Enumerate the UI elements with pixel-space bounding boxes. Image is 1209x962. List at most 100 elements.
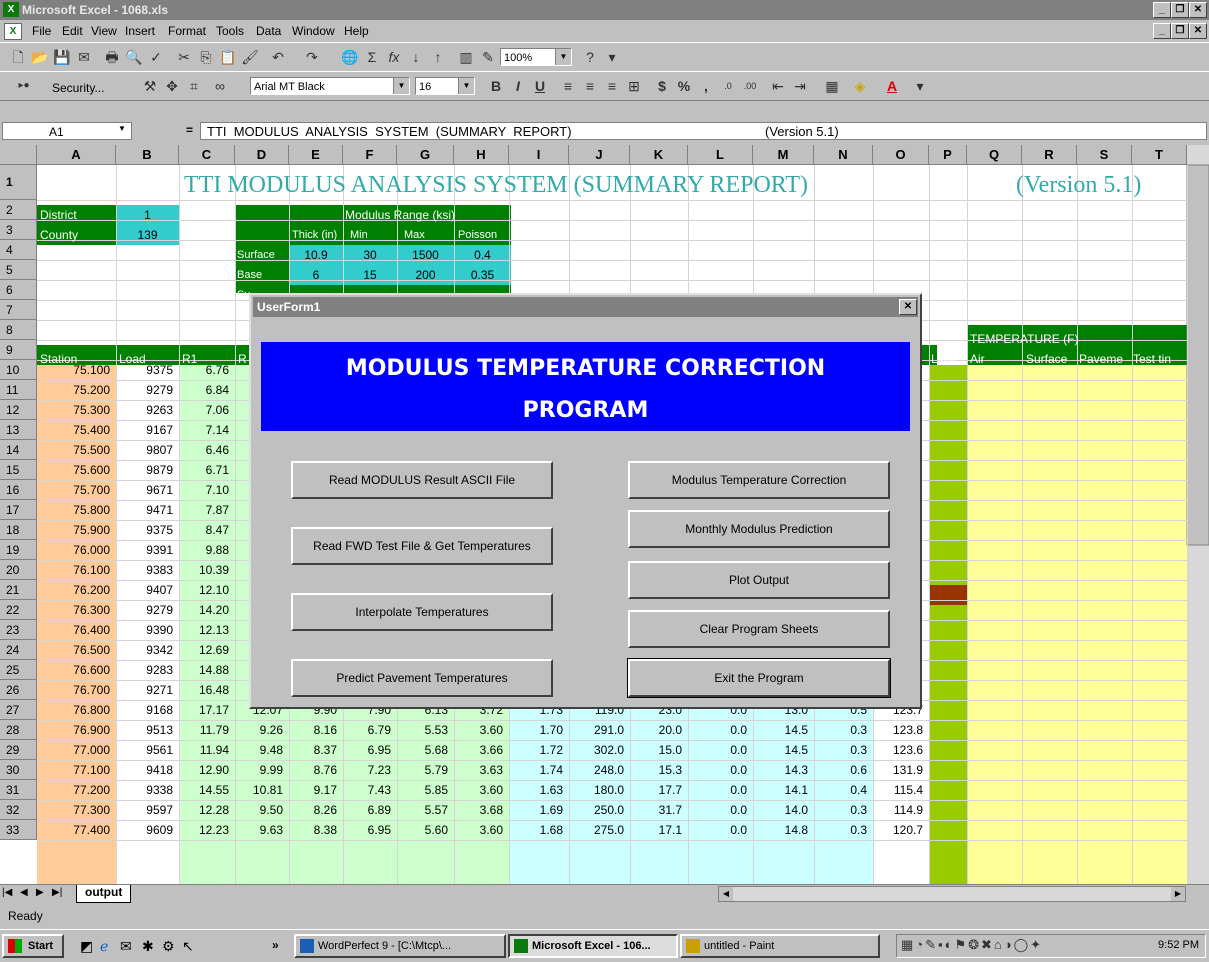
- exit-program-button[interactable]: Exit the Program: [627, 658, 891, 698]
- table-cell[interactable]: 76.400: [37, 620, 116, 640]
- column-header-l[interactable]: L: [688, 145, 753, 165]
- table-cell[interactable]: 9279: [116, 600, 179, 620]
- row-header-8[interactable]: 8: [0, 320, 37, 340]
- table-cell[interactable]: 9.50: [235, 800, 289, 820]
- base-poisson[interactable]: 0.35: [454, 265, 511, 285]
- column-header-j[interactable]: J: [569, 145, 630, 165]
- column-header-s[interactable]: S: [1077, 145, 1132, 165]
- temperature-header[interactable]: TEMPERATURE (F): [970, 329, 1078, 349]
- control-toolbox-icon[interactable]: ⚒: [140, 76, 160, 96]
- table-cell[interactable]: 12.69: [179, 640, 235, 660]
- table-cell[interactable]: 9.99: [235, 760, 289, 780]
- font-name-select[interactable]: Arial MT Black ▼: [250, 77, 410, 95]
- restore-icon[interactable]: ❐: [1171, 2, 1189, 18]
- menu-view[interactable]: View: [91, 24, 117, 38]
- table-cell[interactable]: 11.94: [179, 740, 235, 760]
- print-preview-icon[interactable]: 🔍: [124, 47, 144, 67]
- max-header[interactable]: Max: [404, 225, 425, 245]
- table-cell[interactable]: 131.9: [873, 760, 929, 780]
- first-sheet-icon[interactable]: |◀: [2, 887, 12, 898]
- interpolate-temperatures-button[interactable]: Interpolate Temperatures: [291, 593, 553, 631]
- limit-header[interactable]: Limit: [931, 349, 956, 369]
- italic-icon[interactable]: I: [508, 76, 528, 96]
- table-cell[interactable]: 9.26: [235, 720, 289, 740]
- table-cell[interactable]: 3.60: [454, 780, 509, 800]
- borders-icon[interactable]: ▦: [822, 76, 842, 96]
- doc-minimize-icon[interactable]: _: [1153, 23, 1171, 39]
- row-header-7[interactable]: 7: [0, 300, 37, 320]
- table-cell[interactable]: 77.300: [37, 800, 116, 820]
- surface-max[interactable]: 1500: [397, 245, 454, 265]
- predict-pavement-temperatures-button[interactable]: Predict Pavement Temperatures: [291, 659, 553, 697]
- table-cell[interactable]: 7.06: [179, 400, 235, 420]
- table-cell[interactable]: 3.63: [454, 760, 509, 780]
- minimize-icon[interactable]: _: [1153, 2, 1171, 18]
- menu-format[interactable]: Format: [168, 24, 206, 38]
- table-cell[interactable]: 14.88: [179, 660, 235, 680]
- row-header-27[interactable]: 27: [0, 700, 37, 720]
- table-cell[interactable]: 7.43: [343, 780, 397, 800]
- function-icon[interactable]: fx: [384, 47, 404, 67]
- spelling-icon[interactable]: ✓: [146, 47, 166, 67]
- sheet-tab-output[interactable]: output: [76, 885, 132, 903]
- table-cell[interactable]: 9.63: [235, 820, 289, 840]
- decrease-decimal-icon[interactable]: .00: [740, 76, 760, 96]
- table-cell[interactable]: 9513: [116, 720, 179, 740]
- base-label[interactable]: Base: [237, 265, 262, 285]
- row-header-32[interactable]: 32: [0, 800, 37, 820]
- table-cell[interactable]: 9.17: [289, 780, 343, 800]
- sheet-title[interactable]: TTI MODULUS ANALYSIS SYSTEM (SUMMARY REP…: [116, 170, 876, 200]
- monthly-modulus-prediction-button[interactable]: Monthly Modulus Prediction: [628, 510, 890, 548]
- menu-tools[interactable]: Tools: [216, 24, 244, 38]
- table-cell[interactable]: 1.74: [509, 760, 569, 780]
- table-cell[interactable]: 77.400: [37, 820, 116, 840]
- email-icon[interactable]: ✉: [74, 47, 94, 67]
- row-header-26[interactable]: 26: [0, 680, 37, 700]
- table-cell[interactable]: 9375: [116, 360, 179, 380]
- table-cell[interactable]: 3.66: [454, 740, 509, 760]
- table-cell[interactable]: 5.57: [397, 800, 454, 820]
- row-header-28[interactable]: 28: [0, 720, 37, 740]
- min-header[interactable]: Min: [350, 225, 368, 245]
- workbook-icon[interactable]: X: [4, 23, 22, 40]
- table-cell[interactable]: 1.70: [509, 720, 569, 740]
- table-cell[interactable]: 9.88: [179, 540, 235, 560]
- table-cell[interactable]: 75.200: [37, 380, 116, 400]
- table-cell[interactable]: 77.100: [37, 760, 116, 780]
- toolbar-options-icon[interactable]: ▾: [910, 76, 930, 96]
- row-header-1[interactable]: 1: [0, 165, 37, 200]
- table-cell[interactable]: 9390: [116, 620, 179, 640]
- percent-icon[interactable]: %: [674, 76, 694, 96]
- modulus-temperature-correction-button[interactable]: Modulus Temperature Correction: [628, 461, 890, 499]
- table-cell[interactable]: 12.13: [179, 620, 235, 640]
- r2-header[interactable]: R: [238, 349, 247, 369]
- font-color-icon[interactable]: A: [882, 76, 902, 96]
- table-cell[interactable]: 0.3: [814, 820, 873, 840]
- read-modulus-button[interactable]: Read MODULUS Result ASCII File: [291, 461, 553, 499]
- row-header-5[interactable]: 5: [0, 260, 37, 280]
- decrease-indent-icon[interactable]: ⇤: [768, 76, 788, 96]
- table-cell[interactable]: 9.48: [235, 740, 289, 760]
- menu-edit[interactable]: Edit: [62, 24, 83, 38]
- air-header[interactable]: Air: [970, 349, 985, 369]
- task-excel[interactable]: Microsoft Excel - 106...: [508, 934, 678, 958]
- table-cell[interactable]: 12.90: [179, 760, 235, 780]
- font-size-select[interactable]: 16 ▼: [415, 77, 475, 95]
- table-cell[interactable]: 5.68: [397, 740, 454, 760]
- table-cell[interactable]: 14.20: [179, 600, 235, 620]
- dialog-close-icon[interactable]: ✕: [899, 299, 917, 315]
- table-cell[interactable]: 6.95: [343, 820, 397, 840]
- table-cell[interactable]: 7.87: [179, 500, 235, 520]
- table-cell[interactable]: 12.28: [179, 800, 235, 820]
- row-header-21[interactable]: 21: [0, 580, 37, 600]
- row-header-31[interactable]: 31: [0, 780, 37, 800]
- row-header-17[interactable]: 17: [0, 500, 37, 520]
- clear-program-sheets-button[interactable]: Clear Program Sheets: [628, 610, 890, 648]
- menu-insert[interactable]: Insert: [125, 24, 155, 38]
- table-cell[interactable]: 9167: [116, 420, 179, 440]
- menu-help[interactable]: Help: [344, 24, 369, 38]
- table-cell[interactable]: 5.85: [397, 780, 454, 800]
- row-header-24[interactable]: 24: [0, 640, 37, 660]
- table-cell[interactable]: 9342: [116, 640, 179, 660]
- table-cell[interactable]: 9597: [116, 800, 179, 820]
